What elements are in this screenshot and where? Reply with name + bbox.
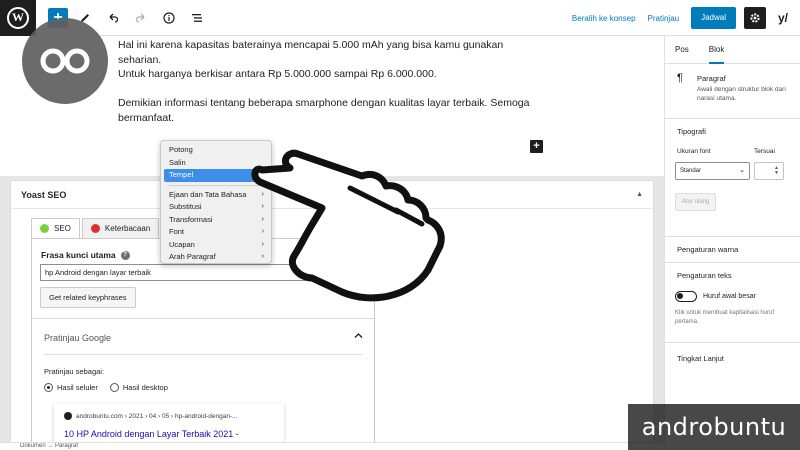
mobile-result-radio[interactable]: Hasil seluler (44, 383, 98, 392)
favicon-icon (64, 412, 72, 420)
drop-cap-toggle[interactable] (675, 291, 697, 302)
advanced-heading[interactable]: Tingkat Lanjut (677, 354, 724, 363)
chevron-down-icon: ⌄ (739, 167, 745, 174)
text-settings-heading[interactable]: Pengaturan teks (677, 271, 732, 280)
readability-status-icon (90, 224, 100, 233)
paragraph-icon: ¶ (677, 72, 683, 84)
divider (665, 118, 800, 119)
switch-to-draft-button[interactable]: Beralih ke konsep (572, 14, 636, 23)
stepper-arrows-icon[interactable]: ▲ ▼ (774, 166, 779, 176)
chevron-up-icon[interactable] (354, 331, 363, 341)
preview-button[interactable]: Pratinjau (648, 14, 680, 23)
inline-add-block-button[interactable]: + (530, 140, 543, 153)
related-keyphrases-button[interactable]: Get related keyphrases (40, 287, 136, 308)
tab-label: SEO (54, 224, 71, 233)
paragraph-block[interactable]: Untuk harganya berkisar antara Rp 5.000.… (118, 67, 548, 82)
font-size-select[interactable]: Standar ⌄ (675, 162, 750, 180)
redo-icon[interactable] (130, 7, 152, 29)
radio-label: Hasil seluler (57, 383, 98, 392)
tab-block[interactable]: Blok (708, 36, 725, 64)
reset-button[interactable]: Atur ulang (675, 193, 717, 211)
block-name: Paragraf (697, 74, 726, 83)
tab-readability[interactable]: Keterbacaan (81, 218, 160, 238)
radio-checked[interactable] (44, 383, 53, 392)
infinity-logo-icon (22, 18, 108, 104)
drop-cap-hint: Klik untuk membuat kapitalisasi huruf pe… (675, 310, 775, 325)
brand-watermark: androbuntu (628, 404, 800, 450)
color-settings-heading[interactable]: Pengaturan warna (677, 245, 738, 254)
block-description: Awali dengan struktur blok dari narasi u… (697, 86, 786, 102)
paragraph-block[interactable]: Demikian informasi tentang beberapa smar… (118, 96, 548, 126)
tab-seo[interactable]: SEO (31, 218, 80, 238)
info-icon[interactable] (158, 7, 180, 29)
help-icon[interactable]: ? (120, 250, 130, 260)
tab-post[interactable]: Pos (675, 36, 689, 64)
divider (665, 262, 800, 263)
focus-keyphrase-label-text: Frasa kunci utama (41, 250, 116, 260)
tab-label: Keterbacaan (104, 224, 151, 233)
metabox-toggle-icon[interactable]: ▲ (636, 191, 643, 198)
preview-mode-radios: Hasil seluler Hasil desktop (44, 383, 180, 392)
preview-as-label: Pratinjau sebagai: (44, 367, 105, 376)
serp-url-text: androbuntu.com › 2021 › 04 › 05 › hp-and… (76, 412, 238, 420)
font-size-label: Ukuran font (677, 148, 711, 155)
radio-unchecked[interactable] (109, 383, 119, 392)
seo-status-icon (40, 224, 49, 233)
settings-sidebar: Pos Blok ¶ Paragraf Awali dengan struktu… (664, 36, 800, 450)
menu-item-label: Transformasi (169, 214, 213, 224)
focus-keyphrase-label: Frasa kunci utama ? (41, 250, 130, 260)
sidebar-tabs: Pos Blok (665, 36, 800, 64)
custom-size-label: Tersuai (754, 148, 775, 155)
serp-url: androbuntu.com › 2021 › 04 › 05 › hp-and… (64, 412, 238, 420)
radio-label: Hasil desktop (122, 383, 168, 392)
divider (44, 354, 362, 355)
paragraph-block[interactable]: Hal ini karena kapasitas baterainya menc… (118, 38, 548, 68)
google-preview-title[interactable]: Pratinjau Google (44, 333, 111, 343)
menu-item-label: Substitusi (169, 202, 202, 211)
font-size-value: Standar (680, 168, 702, 174)
drop-cap-label: Huruf awal besar (703, 293, 756, 300)
desktop-result-radio[interactable]: Hasil desktop (109, 383, 168, 392)
schedule-button[interactable]: Jadwal (691, 7, 736, 29)
menu-item-label: Ucapan (169, 239, 195, 249)
menu-item-label: Font (169, 227, 185, 236)
divider (665, 236, 800, 237)
divider (665, 342, 800, 343)
yoast-icon[interactable]: y/ (772, 7, 794, 29)
menu-item-label: Ejaan dan Tata Bahasa (169, 189, 247, 199)
block-breadcrumb[interactable]: Dokumen → Paragraf (0, 442, 664, 450)
editor-toolbar: W + Beralih ke konsep Pratinjau Jadwal y… (0, 0, 800, 36)
hand-cursor-icon (250, 148, 450, 308)
typography-heading[interactable]: Tipografi (677, 127, 706, 136)
divider (32, 318, 374, 319)
gear-icon[interactable] (744, 7, 766, 29)
serp-title: 10 HP Android dengan Layar Terbaik 2021 … (64, 429, 239, 439)
menu-item-label: Arah Paragraf (169, 252, 216, 261)
list-view-icon[interactable] (186, 7, 208, 29)
custom-font-size-input[interactable]: ▲ ▼ (754, 162, 784, 180)
